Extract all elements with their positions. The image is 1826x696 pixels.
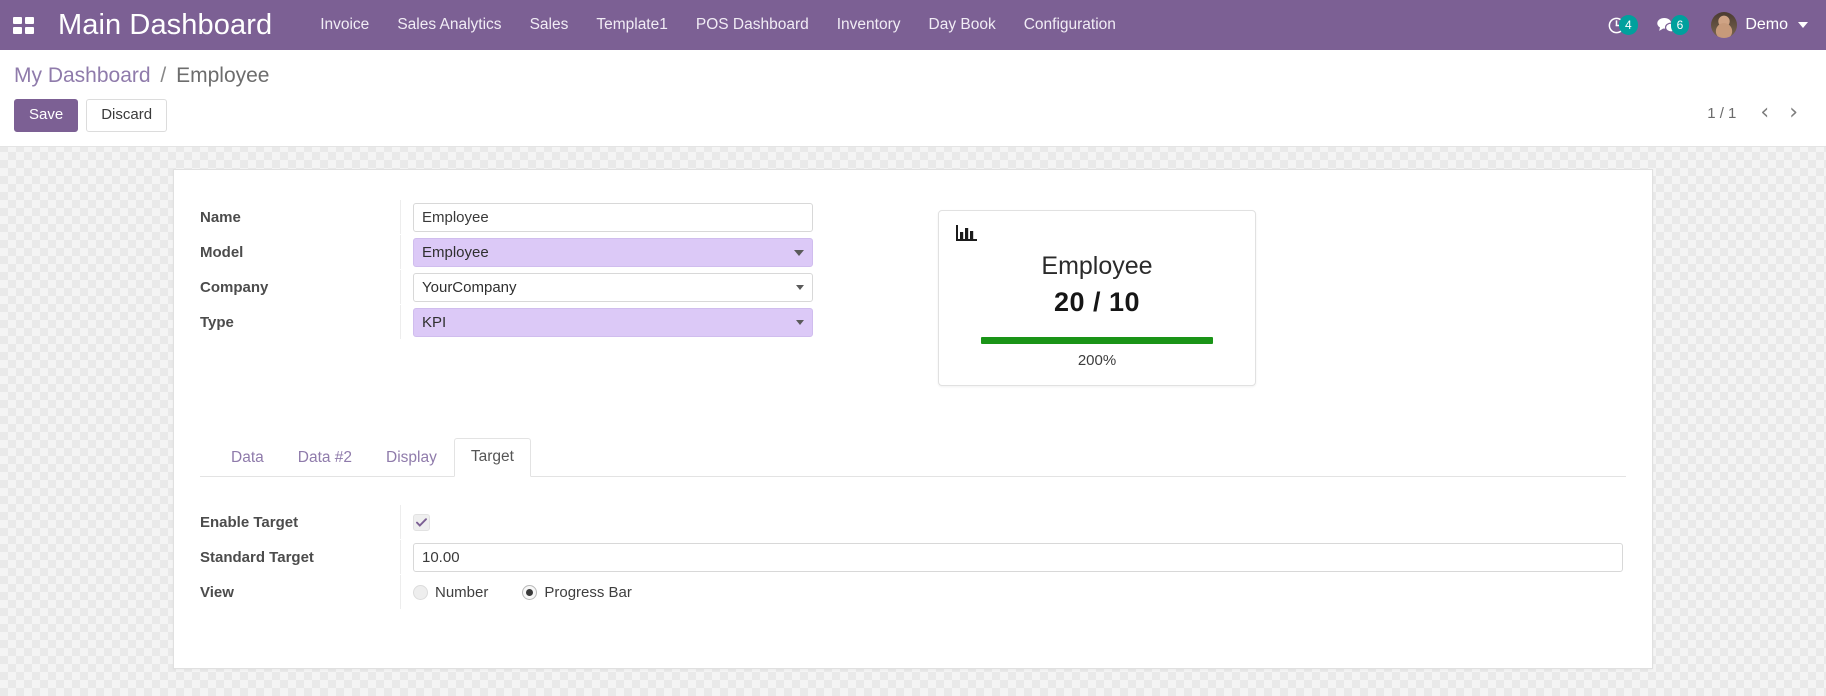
chevron-right-icon[interactable]: › [1781, 102, 1806, 124]
avatar [1711, 12, 1737, 38]
tab-data-2[interactable]: Data #2 [281, 439, 369, 477]
kpi-progress-bar [981, 337, 1213, 344]
radio-progress-bar-indicator[interactable] [522, 585, 537, 600]
navbar-right-tools: 4 6 Demo [1601, 0, 1812, 50]
chevron-down-icon [794, 250, 804, 256]
activity-menu-button[interactable]: 4 [1601, 11, 1648, 39]
model-select-value: Employee [422, 244, 489, 261]
kpi-preview-area: Employee 20 / 10 200% [938, 200, 1256, 386]
field-control-type: KPI [400, 305, 890, 339]
radio-number-indicator[interactable] [413, 585, 428, 600]
apps-grid-cell [13, 17, 22, 24]
tab-target[interactable]: Target [454, 438, 531, 477]
standard-target-input[interactable] [413, 543, 1623, 572]
tab-data[interactable]: Data [214, 439, 281, 477]
radio-option-number[interactable]: Number [413, 584, 488, 601]
field-control-enable-target [400, 505, 1626, 539]
form-field-column: Name Model Employee Company [200, 200, 890, 340]
view-radio-group: Number Progress Bar [413, 584, 632, 601]
field-row-model: Model Employee [200, 235, 890, 269]
radio-progress-bar-label: Progress Bar [544, 584, 632, 601]
record-action-buttons: Save Discard [14, 99, 1808, 132]
name-input[interactable] [413, 203, 813, 232]
radio-option-progress-bar[interactable]: Progress Bar [522, 584, 632, 601]
app-brand-title[interactable]: Main Dashboard [58, 9, 272, 42]
radio-number-label: Number [435, 584, 488, 601]
field-label-type: Type [200, 314, 400, 331]
kpi-value: 20 / 10 [955, 287, 1239, 318]
user-name-label: Demo [1745, 16, 1788, 34]
activity-count-badge: 4 [1619, 15, 1638, 35]
main-menu: Invoice Sales Analytics Sales Template1 … [306, 10, 1130, 40]
breadcrumb-item-current: Employee [176, 64, 269, 87]
breadcrumb: My Dashboard / Employee [14, 64, 1808, 88]
field-row-standard-target: Standard Target [200, 540, 1626, 574]
top-navbar: Main Dashboard Invoice Sales Analytics S… [0, 0, 1826, 50]
notebook: Data Data #2 Display Target Enable Targe… [200, 438, 1626, 609]
field-control-name [400, 200, 890, 234]
field-control-view: Number Progress Bar [400, 575, 1626, 609]
form-top-section: Name Model Employee Company [200, 200, 1626, 386]
notebook-tab-strip: Data Data #2 Display Target [200, 438, 1626, 477]
menu-item-template1[interactable]: Template1 [582, 10, 682, 40]
field-row-name: Name [200, 200, 890, 234]
kpi-percent-label: 200% [955, 352, 1239, 369]
menu-item-day-book[interactable]: Day Book [915, 10, 1010, 40]
save-button[interactable]: Save [14, 99, 78, 132]
company-select[interactable]: YourCompany [413, 273, 813, 302]
apps-grid-cell [25, 27, 34, 34]
field-row-type: Type KPI [200, 305, 890, 339]
record-pager: 1 / 1 ‹ › [1707, 102, 1806, 124]
menu-item-sales-analytics[interactable]: Sales Analytics [383, 10, 515, 40]
field-label-company: Company [200, 279, 400, 296]
field-row-company: Company YourCompany [200, 270, 890, 304]
field-label-model: Model [200, 244, 400, 261]
field-label-enable-target: Enable Target [200, 514, 400, 531]
chevron-down-icon [1798, 22, 1808, 28]
menu-item-pos-dashboard[interactable]: POS Dashboard [682, 10, 823, 40]
breadcrumb-item-my-dashboard[interactable]: My Dashboard [14, 64, 151, 87]
field-row-view: View Number Progress Bar [200, 575, 1626, 609]
messaging-menu-button[interactable]: 6 [1650, 11, 1700, 39]
check-icon [416, 518, 427, 527]
model-select[interactable]: Employee [413, 238, 813, 267]
apps-grid-cell [25, 17, 34, 24]
company-select-value: YourCompany [422, 279, 517, 296]
apps-grid-icon[interactable] [10, 12, 36, 38]
field-label-view: View [200, 584, 400, 601]
type-select[interactable]: KPI [413, 308, 813, 337]
chevron-left-icon[interactable]: ‹ [1752, 102, 1777, 124]
tab-display[interactable]: Display [369, 439, 454, 477]
user-menu-button[interactable]: Demo [1701, 8, 1812, 42]
menu-item-configuration[interactable]: Configuration [1010, 10, 1130, 40]
kpi-title: Employee [955, 251, 1239, 281]
kpi-preview-card[interactable]: Employee 20 / 10 200% [938, 210, 1256, 386]
field-control-model: Employee [400, 235, 890, 269]
field-label-standard-target: Standard Target [200, 549, 400, 566]
type-select-value: KPI [422, 314, 446, 331]
enable-target-checkbox[interactable] [413, 514, 430, 531]
control-panel: My Dashboard / Employee Save Discard 1 /… [0, 50, 1826, 147]
tab-panel-target: Enable Target Standard Target [200, 477, 1626, 609]
pager-count-label: 1 / 1 [1707, 105, 1736, 122]
message-count-badge: 6 [1671, 15, 1690, 35]
menu-item-sales[interactable]: Sales [516, 10, 583, 40]
apps-grid-cell [13, 27, 22, 34]
discard-button[interactable]: Discard [86, 99, 167, 132]
kpi-progress-fill [981, 337, 1213, 344]
bar-chart-icon [955, 223, 1239, 249]
field-control-standard-target [400, 540, 1626, 574]
menu-item-inventory[interactable]: Inventory [823, 10, 915, 40]
chevron-down-icon [796, 320, 804, 325]
chevron-down-icon [796, 285, 804, 290]
sheet-container: Name Model Employee Company [0, 147, 1826, 669]
field-control-company: YourCompany [400, 270, 890, 304]
form-sheet: Name Model Employee Company [173, 169, 1653, 669]
menu-item-invoice[interactable]: Invoice [306, 10, 383, 40]
breadcrumb-separator: / [160, 64, 166, 87]
field-row-enable-target: Enable Target [200, 505, 1626, 539]
field-label-name: Name [200, 209, 400, 226]
